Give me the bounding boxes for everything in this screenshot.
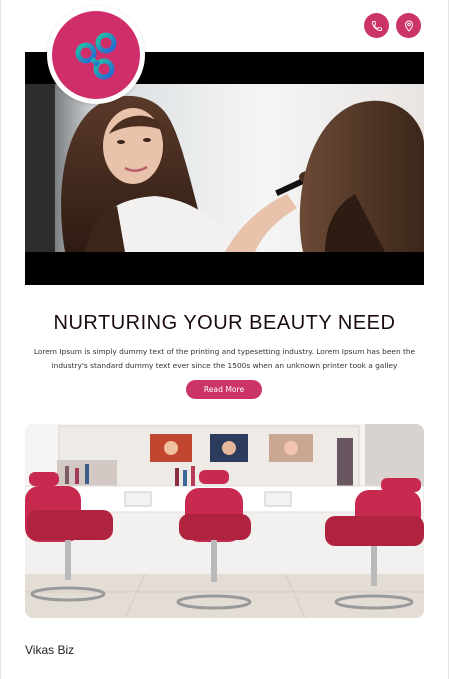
logo-badge [52, 11, 140, 99]
salon-interior-photo [25, 424, 424, 618]
footer-brand-name: Vikas Biz [25, 643, 75, 657]
video-frame [25, 84, 424, 252]
phone-button[interactable] [364, 13, 389, 38]
location-button[interactable] [396, 13, 421, 38]
infinity-link-logo [75, 32, 117, 80]
phone-icon [371, 20, 382, 31]
read-more-button[interactable]: Read More [186, 380, 262, 399]
page: NURTURING YOUR BEAUTY NEED Lorem Ipsum i… [0, 0, 449, 679]
page-title: NURTURING YOUR BEAUTY NEED [53, 312, 396, 334]
page-edge-left [0, 0, 1, 679]
makeup-artist-photo [25, 84, 424, 252]
intro-description: Lorem Ipsum is simply dummy text of the … [33, 347, 416, 370]
brand-logo[interactable] [47, 6, 145, 104]
location-pin-icon [404, 19, 413, 32]
